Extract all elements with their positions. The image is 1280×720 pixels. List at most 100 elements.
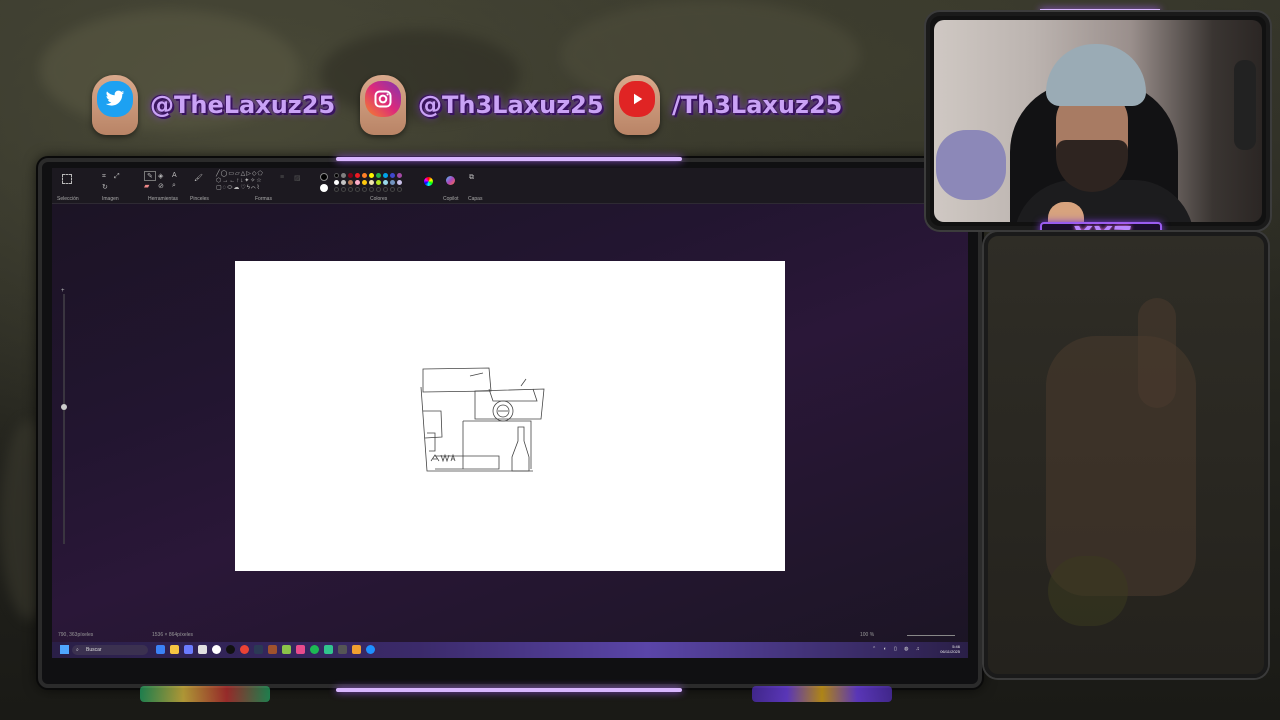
windows-taskbar: ⌕ Buscar ⌃ ◐ ▯ ◍ ♫ 5:46 06/11/2025: [52, 642, 968, 658]
taskbar-app-icon[interactable]: [198, 645, 207, 654]
zoom-slider-track[interactable]: [63, 294, 65, 544]
swatch-empty[interactable]: [355, 187, 360, 192]
zoom-level[interactable]: 100 %: [860, 632, 874, 638]
social-twitter: @TheLaxuz25: [92, 75, 335, 135]
taskbar-app-icon[interactable]: [366, 645, 375, 654]
tray-icons[interactable]: ⌃ ◐ ▯ ◍ ♫: [872, 646, 932, 653]
taskbar-app-icon[interactable]: [156, 645, 165, 654]
taskbar-app-icon[interactable]: [282, 645, 291, 654]
taskbar-app-icon[interactable]: [296, 645, 305, 654]
paint-ribbon: ⌗ ⤢ ↻ ✎ ◈ A ▰ ⊘ ⌕ 🖌︎ ╱◯▭▱△▷◇⬠ ⬡→←↑↓✦✧☆ ▢◌⬭…: [52, 168, 968, 204]
swatch-lavender[interactable]: [397, 180, 402, 185]
taskbar-app-icon[interactable]: [226, 645, 235, 654]
copilot-icon[interactable]: [446, 176, 455, 185]
taskbar-search-placeholder: Buscar: [86, 647, 102, 653]
paint-window: ⌗ ⤢ ↻ ✎ ◈ A ▰ ⊘ ⌕ 🖌︎ ╱◯▭▱△▷◇⬠ ⬡→←↑↓✦✧☆ ▢◌⬭…: [52, 168, 968, 642]
swatch-slate[interactable]: [390, 180, 395, 185]
zoom-slider-horizontal[interactable]: [907, 635, 955, 636]
sketch-drawing: [420, 367, 545, 472]
pencil-icon[interactable]: ✎: [144, 171, 156, 181]
color-secondary[interactable]: [320, 184, 328, 192]
swatch-gold[interactable]: [362, 180, 367, 185]
resize-icon[interactable]: ⤢: [114, 173, 120, 181]
swatch-empty[interactable]: [397, 187, 402, 192]
swatch-purple[interactable]: [397, 173, 402, 178]
finger-nail-youtube: [614, 75, 660, 135]
swatch-pink[interactable]: [355, 180, 360, 185]
swatch-white[interactable]: [334, 180, 339, 185]
taskbar-app-icon[interactable]: [184, 645, 193, 654]
swatch-empty[interactable]: [390, 187, 395, 192]
taskbar-app-icon[interactable]: [212, 645, 221, 654]
swatch-lightyellow[interactable]: [369, 180, 374, 185]
swatch-green[interactable]: [376, 173, 381, 178]
swatch-empty[interactable]: [376, 187, 381, 192]
taskbar-app-icon[interactable]: [352, 645, 361, 654]
ribbon-group-label: Imagen: [102, 196, 119, 202]
swatch-empty[interactable]: [383, 187, 388, 192]
drawing-canvas[interactable]: [235, 261, 785, 571]
side-panel: [984, 232, 1268, 678]
taskbar-app-icon[interactable]: [338, 645, 347, 654]
taskbar-app-icon[interactable]: [254, 645, 263, 654]
status-bar: 790, 363píxeles 1536 × 864píxeles 100 %: [52, 630, 968, 642]
ribbon-group-label: Pinceles: [190, 196, 209, 202]
selection-icon[interactable]: [62, 174, 72, 184]
taskbar-app-icon[interactable]: [324, 645, 333, 654]
streamer-cap: [1046, 44, 1146, 106]
eraser-icon[interactable]: ▰: [144, 182, 149, 190]
swatch-blue[interactable]: [390, 173, 395, 178]
fill-icon[interactable]: ◈: [158, 172, 163, 180]
layers-icon[interactable]: ⧉: [469, 174, 474, 182]
text-icon[interactable]: A: [172, 172, 177, 179]
search-icon: ⌕: [76, 647, 79, 653]
taskbar-clock[interactable]: 5:46 06/11/2025: [940, 644, 960, 654]
swatch-lightgray[interactable]: [341, 180, 346, 185]
swatch-gray[interactable]: [341, 173, 346, 178]
taskbar-app-icon[interactable]: [310, 645, 319, 654]
youtube-handle: /Th3Laxuz25: [672, 91, 843, 119]
swatch-yellow[interactable]: [369, 173, 374, 178]
ribbon-group-label: Capas: [468, 196, 483, 202]
swatch-darkred[interactable]: [348, 173, 353, 178]
crop-icon[interactable]: ⌗: [102, 173, 106, 181]
zoom-in-icon[interactable]: +: [61, 288, 65, 294]
finger-nail-instagram: [360, 75, 406, 135]
swatch-brown[interactable]: [348, 180, 353, 185]
webcam-frame: [926, 12, 1270, 230]
outline-icon[interactable]: ≡: [280, 174, 284, 181]
watch-art: [1048, 556, 1128, 626]
taskbar-app-icon[interactable]: [268, 645, 277, 654]
swatch-red[interactable]: [355, 173, 360, 178]
swatch-empty[interactable]: [348, 187, 353, 192]
ribbon-group-label: Copilot: [443, 196, 459, 202]
swatch-lime[interactable]: [376, 180, 381, 185]
shapes-grid[interactable]: ╱◯▭▱△▷◇⬠ ⬡→←↑↓✦✧☆ ▢◌⬭☁♡ϟ⌒⌇: [216, 171, 272, 192]
swatch-empty[interactable]: [334, 187, 339, 192]
swatch-teal[interactable]: [383, 173, 388, 178]
instagram-handle: @Th3Laxuz25: [418, 91, 604, 119]
twitter-icon: [97, 81, 133, 117]
taskbar-app-icon[interactable]: [240, 645, 249, 654]
swatch-orange[interactable]: [362, 173, 367, 178]
instagram-icon: [365, 81, 401, 117]
swatch-lightblue[interactable]: [383, 180, 388, 185]
swatch-empty[interactable]: [362, 187, 367, 192]
zoom-slider-knob[interactable]: [61, 404, 67, 410]
fill-style-icon[interactable]: ▨: [294, 174, 301, 182]
cursor-position: 790, 363píxeles: [58, 632, 94, 638]
social-youtube: /Th3Laxuz25: [614, 75, 843, 135]
color-picker-icon[interactable]: ⊘: [158, 182, 164, 190]
swatch-empty[interactable]: [369, 187, 374, 192]
windows-start-icon[interactable]: [60, 645, 69, 654]
color-primary[interactable]: [320, 173, 328, 181]
rotate-icon[interactable]: ↻: [102, 183, 108, 191]
brush-icon[interactable]: 🖌︎: [194, 174, 203, 182]
swatch-black[interactable]: [334, 173, 339, 178]
taskbar-app-icon[interactable]: [170, 645, 179, 654]
swatch-empty[interactable]: [341, 187, 346, 192]
magnifier-icon[interactable]: ⌕: [172, 182, 176, 190]
edit-colors-icon[interactable]: [424, 177, 433, 186]
taskbar-search-input[interactable]: ⌕ Buscar: [72, 645, 148, 655]
ribbon-group-label: Selección: [57, 196, 79, 202]
